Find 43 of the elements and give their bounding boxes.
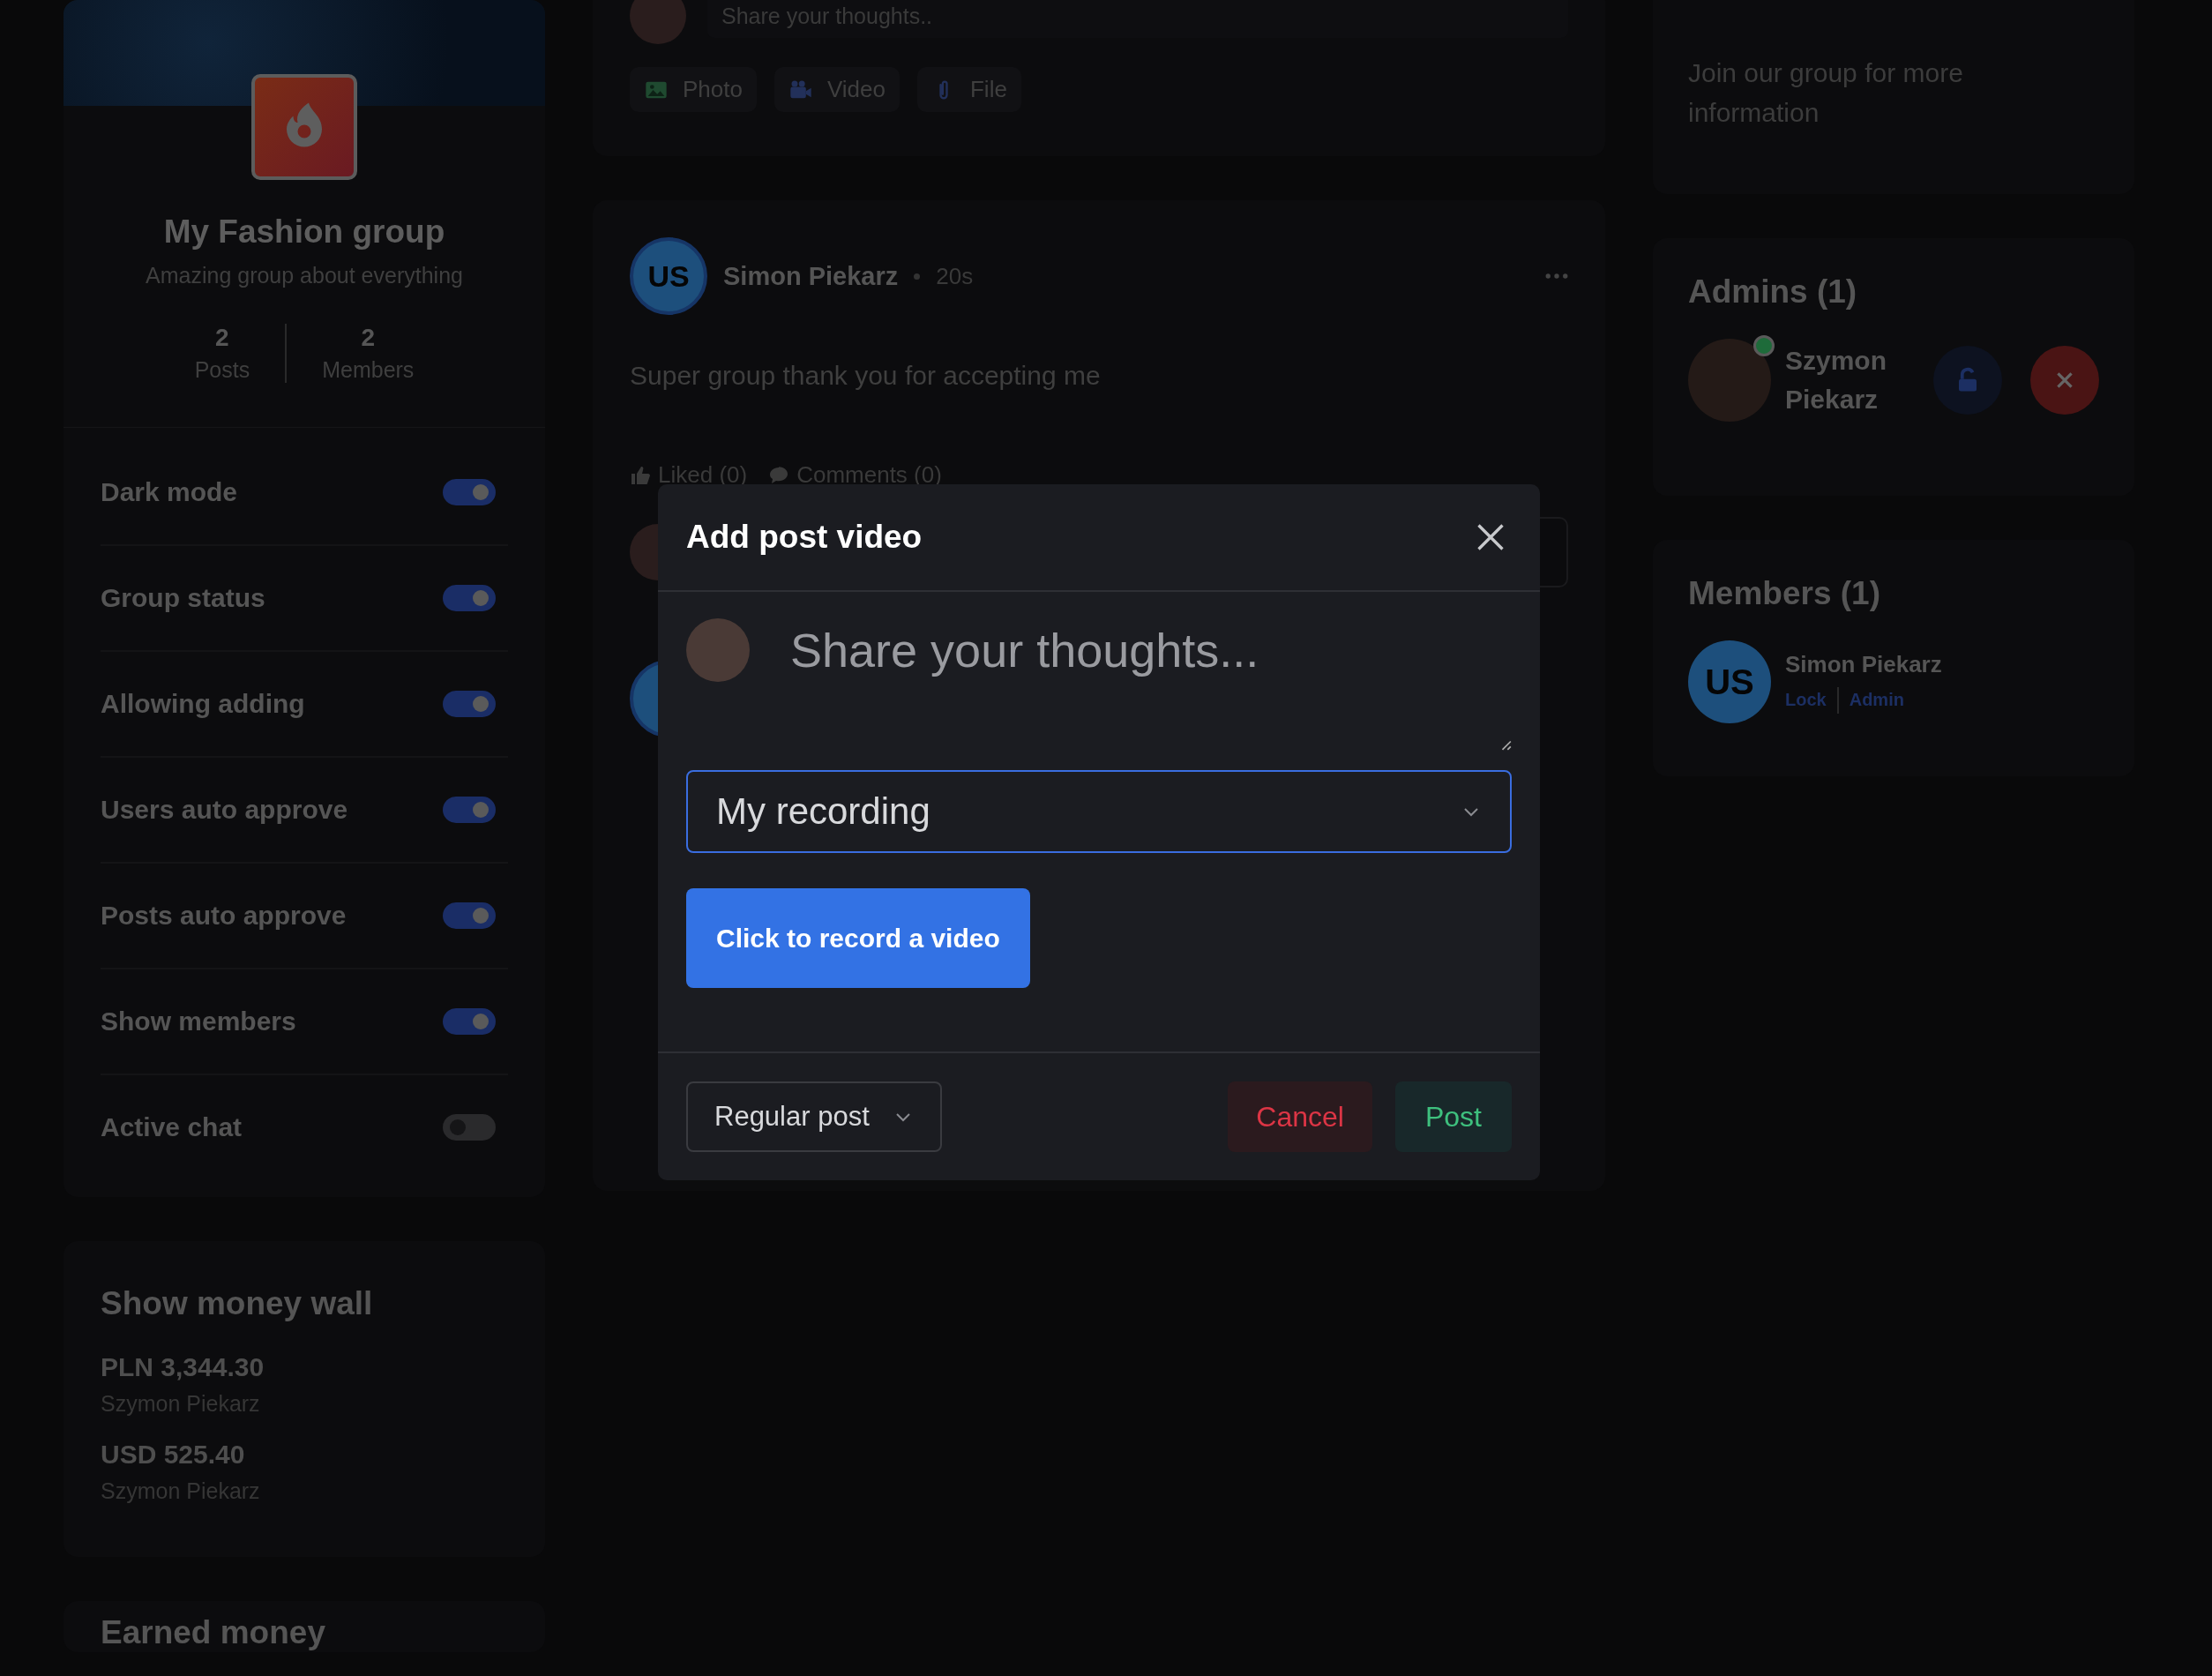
recording-dropdown[interactable]: My recording	[686, 770, 1512, 853]
user-avatar: US	[1688, 640, 1771, 723]
setting-label: Allowing adding	[101, 689, 305, 719]
member-action-link[interactable]: Lock	[1785, 690, 1827, 710]
resize-handle-icon[interactable]	[1499, 738, 1512, 751]
member-action-link[interactable]: Admin	[1849, 690, 1904, 710]
card-title: Members (1)	[1688, 575, 1881, 612]
toggle-switch[interactable]	[443, 1008, 496, 1035]
separator-dot	[914, 273, 921, 280]
money-amount: PLN 3,344.30	[101, 1352, 265, 1382]
setting-label: Users auto approve	[101, 795, 348, 825]
stat-value: 2	[361, 324, 376, 352]
author-name: Simon Piekarz	[723, 261, 899, 291]
toggle-switch[interactable]	[443, 585, 496, 611]
toggle-switch[interactable]	[443, 479, 496, 505]
money-amount: USD 525.40	[101, 1440, 246, 1470]
member-name: Simon Piekarz	[1785, 650, 1942, 678]
toggle-switch[interactable]	[443, 797, 496, 823]
toggle-switch[interactable]	[443, 1114, 496, 1141]
toggle-switch[interactable]	[443, 691, 496, 717]
post-button[interactable]: Post	[1394, 1081, 1512, 1152]
card-title: Admins (1)	[1688, 273, 1858, 311]
thumbs-up-icon	[630, 464, 651, 486]
card-title: Earned money	[101, 1613, 326, 1652]
setting-label: Active chat	[101, 1112, 243, 1142]
card-title: Show money wall	[101, 1285, 374, 1322]
setting-label: Show members	[101, 1006, 296, 1036]
speech-bubble-icon	[768, 464, 790, 486]
toggle-switch[interactable]	[443, 902, 496, 929]
setting-label: Group status	[101, 583, 265, 613]
post-text-field[interactable]: Share your thoughts...	[790, 615, 1512, 685]
record-video-button[interactable]: Click to record a video	[686, 888, 1030, 988]
group-name: My Fashion group	[162, 213, 446, 251]
more-icon[interactable]	[1545, 273, 1568, 280]
dialog-title: Add post video	[686, 519, 923, 556]
stat-value: 2	[215, 324, 229, 352]
cancel-button[interactable]: Cancel	[1228, 1081, 1372, 1152]
user-avatar: US	[630, 237, 707, 315]
admin-name: Szymon Piekarz	[1785, 345, 1888, 415]
post-type-dropdown[interactable]: Regular post	[686, 1081, 942, 1152]
avatar-photo-placeholder	[630, 0, 686, 44]
setting-label: Dark mode	[101, 477, 238, 507]
setting-label: Posts auto approve	[101, 901, 347, 931]
